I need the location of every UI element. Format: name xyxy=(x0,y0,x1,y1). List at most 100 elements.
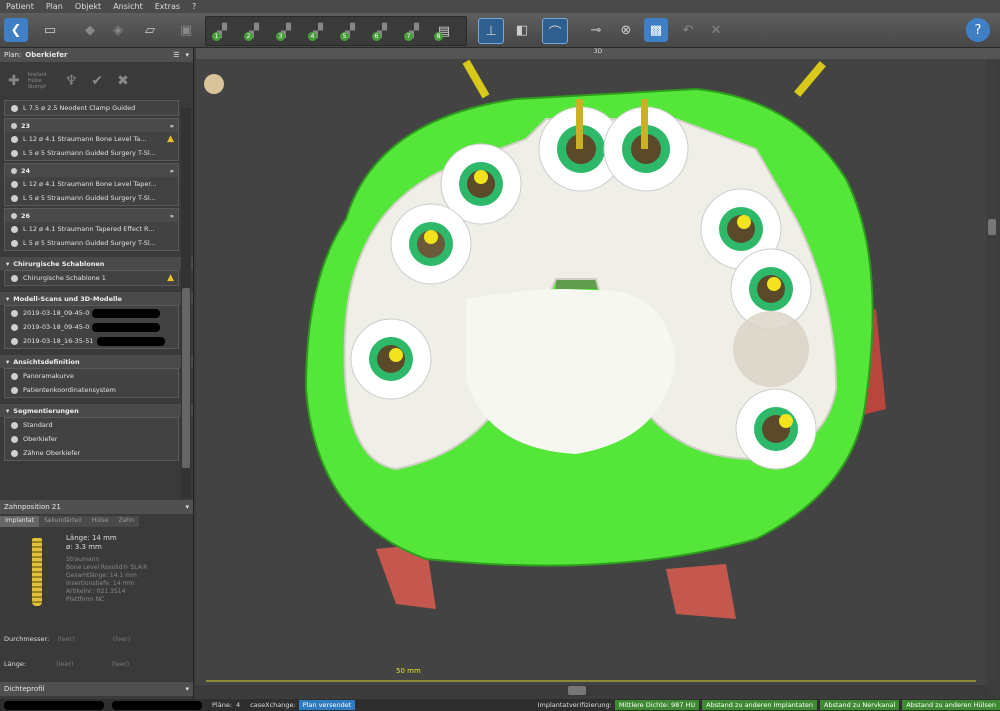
tooth-groups: 23» L 12 ø 4.1 Straumann Bone Level Ta..… xyxy=(0,118,193,251)
abstand-huelsen-button[interactable]: Abstand zu anderen Hülsen xyxy=(902,700,1000,710)
durchmesser-min-field[interactable]: (leer) xyxy=(57,635,75,643)
detail-header: Zahnposition 21 ▾ xyxy=(0,500,193,514)
list-icon[interactable]: ☰ xyxy=(173,51,179,59)
implant-tool-icon[interactable]: ♆ xyxy=(65,73,78,89)
chevron-icon[interactable]: » xyxy=(170,122,174,130)
list-item[interactable]: L 12 ø 4.1 Straumann Bone Level Ta... ▲ xyxy=(5,132,178,146)
list-item[interactable]: Patientenkoordinatensystem xyxy=(5,383,178,397)
step-4-button[interactable]: ▞ 4 xyxy=(306,19,330,43)
list-item[interactable]: 2019-03-18_09-45-0 xyxy=(5,306,178,320)
plaene-value: 4 xyxy=(236,701,241,709)
section-ansichtsdefinition[interactable]: ▾ Ansichtsdefinition xyxy=(0,355,193,368)
implant-info: Straumann Bone Level Roxolid® SLA® Gesam… xyxy=(66,556,148,603)
panel-scrollbar[interactable] xyxy=(181,108,191,498)
tab-implantat[interactable]: Implantat xyxy=(0,516,39,527)
laenge-min-field[interactable]: (leer) xyxy=(56,660,74,668)
3d-viewport[interactable]: 50 mm xyxy=(196,59,986,685)
step-3-button[interactable]: ▞ 3 xyxy=(274,19,298,43)
folder-icon[interactable]: ▱ xyxy=(138,18,162,42)
dichte-button[interactable]: Mittlere Dichte: 987 HU xyxy=(614,700,700,710)
chevron-icon[interactable]: » xyxy=(170,212,174,220)
step-5-button[interactable]: ▞ 5 xyxy=(338,19,362,43)
tooth-24-header[interactable]: 24» xyxy=(5,164,178,177)
list-item[interactable]: L 7.5 ø 2.5 Neodent Clamp Guided xyxy=(5,101,178,115)
durchmesser-row: Durchmesser: (leer) (leer) xyxy=(4,635,131,643)
abstand-nervkanal-button[interactable]: Abstand zu Nervkanal xyxy=(820,700,900,710)
durchmesser-max-field[interactable]: (leer) xyxy=(113,635,131,643)
chevron-down-icon: ▾ xyxy=(6,357,10,366)
menu-objekt[interactable]: Objekt xyxy=(69,2,107,11)
tab-zahn[interactable]: Zahn xyxy=(113,516,139,527)
laenge-max-field[interactable]: (leer) xyxy=(112,660,130,668)
check-icon[interactable]: ✔ xyxy=(91,73,103,89)
step-6-button[interactable]: ▞ 6 xyxy=(370,19,394,43)
tab-huelse[interactable]: Hülse xyxy=(86,516,114,527)
add-implant-button[interactable]: ✚ xyxy=(8,73,20,89)
chevron-down-icon[interactable]: ▾ xyxy=(185,51,189,59)
workflow-steps: ▞ 1 ▞ 2 ▞ 3 ▞ 4 ▞ 5 ▞ 6 ▞ 7 ▤ 8 xyxy=(205,16,467,46)
list-item[interactable]: Zähne Oberkiefer xyxy=(5,446,178,460)
viewport-hscroll[interactable] xyxy=(196,685,986,696)
chevron-down-icon: ▾ xyxy=(6,406,10,415)
plan-value[interactable]: Oberkiefer xyxy=(25,51,67,59)
tooth-group-24: 24» L 12 ø 4.1 Straumann Bone Level Tape… xyxy=(4,163,179,206)
abutment-menu-item[interactable]: Stumpf xyxy=(28,84,47,90)
verif-label: Implantatverifizierung: xyxy=(537,701,612,709)
list-item[interactable]: Chirurgische Schablone 1 ▲ xyxy=(5,271,178,285)
remove-icon[interactable]: ✖ xyxy=(117,73,129,89)
undo-icon[interactable]: ↶ xyxy=(676,18,700,42)
step-8-button[interactable]: ▤ 8 xyxy=(432,19,456,43)
implant-diameter: ø: 3.3 mm xyxy=(66,543,102,551)
chevron-down-icon[interactable]: ▾ xyxy=(185,503,189,511)
import-icon[interactable]: ◈ xyxy=(106,18,130,42)
tooth-26-header[interactable]: 26» xyxy=(5,209,178,222)
list-item[interactable]: Panoramakurve xyxy=(5,369,178,383)
cube-icon[interactable]: ▣ xyxy=(174,18,198,42)
back-button[interactable]: ❮ xyxy=(4,18,28,42)
menu-patient[interactable]: Patient xyxy=(0,2,40,11)
menu-ansicht[interactable]: Ansicht xyxy=(107,2,149,11)
section-schablonen[interactable]: ▾ Chirurgische Schablonen xyxy=(0,257,193,270)
section-segmentierungen[interactable]: ▾ Segmentierungen xyxy=(0,404,193,417)
redacted-block xyxy=(4,700,104,710)
tools-icon[interactable]: ✕ xyxy=(704,18,728,42)
list-item[interactable]: L 12 ø 4.1 Straumann Tapered Effect R... xyxy=(5,222,178,236)
list-item[interactable]: Standard xyxy=(5,418,178,432)
list-item[interactable]: 2019-03-18_09-45-0 xyxy=(5,320,178,334)
help-icon[interactable]: ? xyxy=(966,18,990,42)
tab-sekundaerteil[interactable]: Sekundärteil xyxy=(38,516,87,527)
step-2-button[interactable]: ▞ 2 xyxy=(242,19,266,43)
menu-help[interactable]: ? xyxy=(186,2,202,11)
redacted-block xyxy=(92,322,161,332)
scan-icon[interactable]: ◆ xyxy=(78,18,102,42)
measure-icon[interactable]: ⊸ xyxy=(584,18,608,42)
select-cube-icon[interactable]: ▩ xyxy=(644,18,668,42)
delete-measure-icon[interactable]: ⊗ xyxy=(614,18,638,42)
list-item[interactable]: L 5 ø 5 Straumann Guided Surgery T-Sl... xyxy=(5,191,178,205)
plan-versendet-button[interactable]: Plan versendet xyxy=(298,700,356,710)
tooth-23-header[interactable]: 23» xyxy=(5,119,178,132)
list-item[interactable]: Oberkiefer xyxy=(5,432,178,446)
list-item[interactable]: L 5 ø 5 Straumann Guided Surgery T-Sl... xyxy=(5,236,178,250)
dichteprofil-header[interactable]: Dichteprofil ▾ xyxy=(0,682,193,696)
viewport-vscroll[interactable] xyxy=(986,59,998,685)
chevron-down-icon: ▾ xyxy=(6,259,10,268)
open-folder-icon[interactable]: ▭ xyxy=(38,18,62,42)
plaene-label: Pläne: xyxy=(212,701,233,709)
list-item[interactable]: 2019-03-18_16-35-51 xyxy=(5,334,178,348)
implant-view-icon[interactable]: ⊥ xyxy=(478,18,504,44)
list-item[interactable]: L 12 ø 4.1 Straumann Bone Level Taper... xyxy=(5,177,178,191)
menu-plan[interactable]: Plan xyxy=(40,2,69,11)
section-modell-scans[interactable]: ▾ Modell-Scans und 3D-Modelle xyxy=(0,292,193,305)
chevron-icon[interactable]: » xyxy=(170,167,174,175)
step-7-button[interactable]: ▞ 7 xyxy=(402,19,426,43)
panorama-icon[interactable]: ⌒ xyxy=(542,18,568,44)
zoom-view-icon[interactable]: ◧ xyxy=(510,18,534,42)
tissue-right xyxy=(666,564,736,619)
orientation-head-icon xyxy=(204,74,224,94)
menu-extras[interactable]: Extras xyxy=(149,2,186,11)
step-1-button[interactable]: ▞ 1 xyxy=(210,19,234,43)
status-bar: Pläne: 4 caseXchange: Plan versendet Imp… xyxy=(0,699,1000,711)
list-item[interactable]: L 5 ø 5 Straumann Guided Surgery T-Sl... xyxy=(5,146,178,160)
abstand-implantate-button[interactable]: Abstand zu anderen Implantaten xyxy=(702,700,817,710)
